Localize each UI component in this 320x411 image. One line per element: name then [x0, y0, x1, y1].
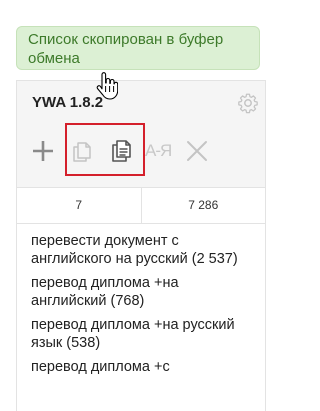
gear-icon[interactable] [237, 92, 259, 114]
copy-notification: Список скопирован в буфер обмена [16, 26, 260, 70]
hand-cursor-icon [96, 72, 118, 100]
notification-text: Список скопирован в буфер обмена [28, 31, 224, 67]
plus-icon[interactable] [31, 139, 55, 163]
app-title: YWA 1.8.2 [32, 94, 104, 111]
copy-icon[interactable] [70, 140, 94, 164]
screenshot-root: Список скопирован в буфер обмена YWA 1.8… [0, 0, 296, 411]
close-icon[interactable] [185, 139, 209, 163]
list-item[interactable]: перевод диплома +на русский язык (538) [31, 316, 257, 352]
list-item[interactable]: перевод диплома +на английский (768) [31, 274, 257, 310]
count-right: 7 286 [140, 188, 266, 223]
count-left: 7 [75, 198, 83, 212]
case-icon[interactable]: A-Я [145, 139, 172, 163]
list-item[interactable]: перевод диплома +с [31, 358, 257, 376]
panel-header: YWA 1.8.2 [17, 81, 265, 125]
toolbar: A-Я [17, 123, 265, 187]
ywa-panel: YWA 1.8.2 A-Я 7 7 286 перевести документ… [16, 80, 266, 411]
keyword-list: перевести документ с английского на русс… [17, 224, 265, 376]
copy-list-icon[interactable] [108, 138, 134, 164]
list-item[interactable]: перевести документ с английского на русс… [31, 232, 257, 268]
counts-row: 7 7 286 [17, 187, 265, 224]
